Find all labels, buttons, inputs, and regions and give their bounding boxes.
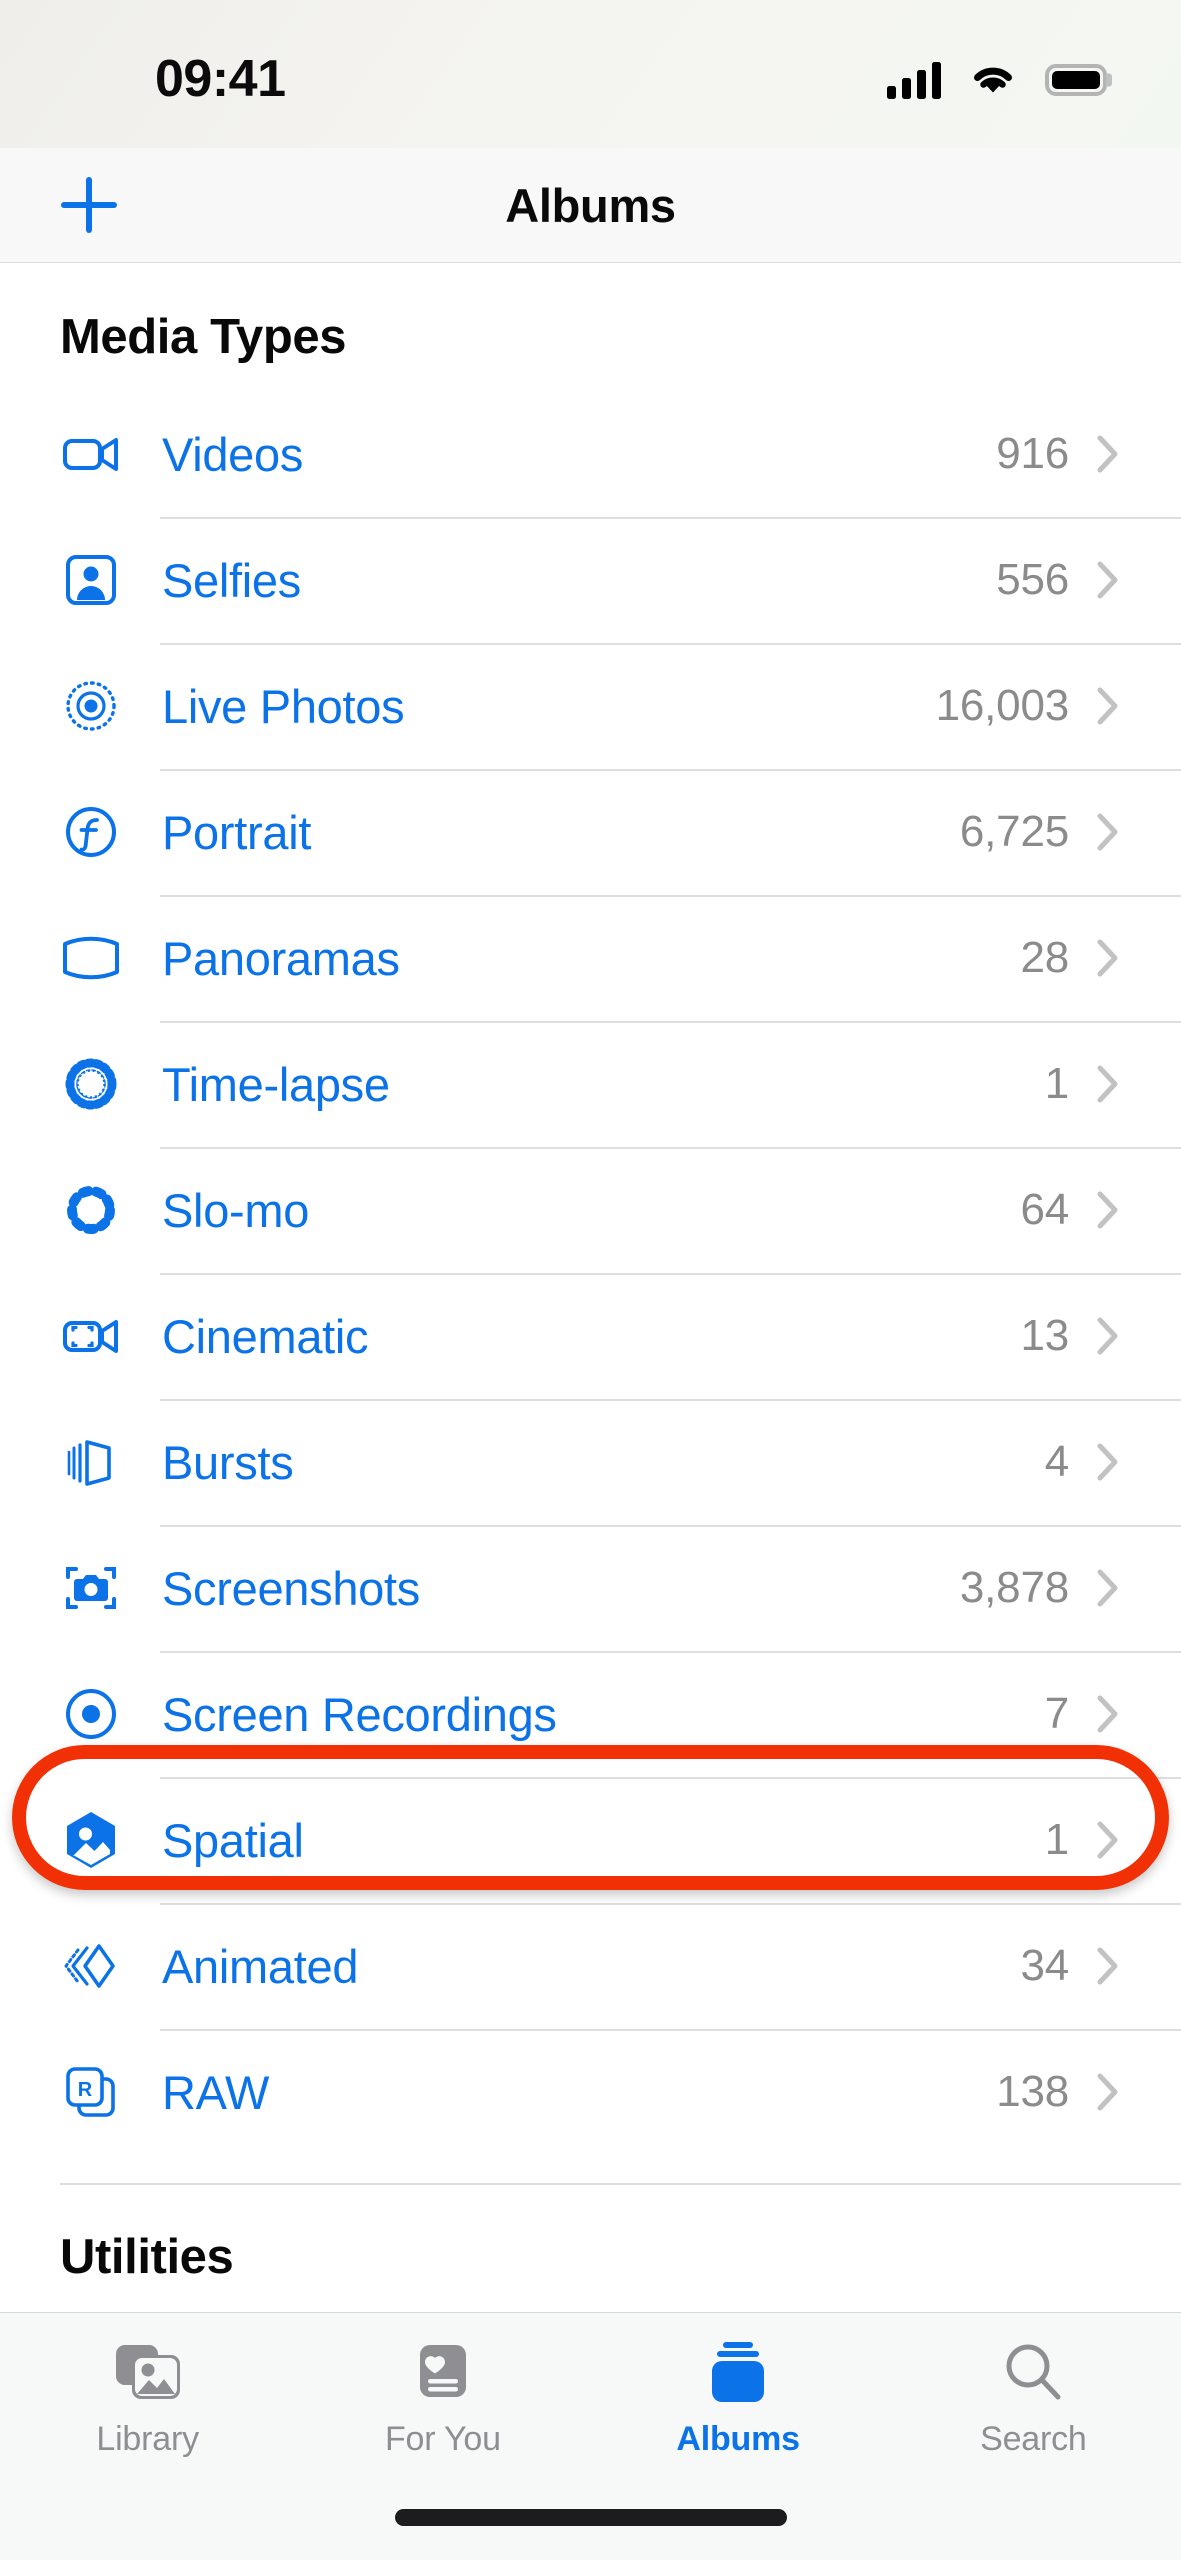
heart-card-icon — [414, 2337, 472, 2407]
cinematic-video-icon — [60, 1305, 122, 1367]
list-item-spatial[interactable]: Spatial 1 — [0, 1777, 1181, 1903]
list-item-label: Slo-mo — [162, 1183, 310, 1237]
list-item-cinematic[interactable]: Cinematic 13 — [0, 1273, 1181, 1399]
chevron-right-icon — [1097, 687, 1118, 725]
cellular-signal-icon — [887, 61, 941, 99]
chevron-right-icon — [1097, 1569, 1118, 1607]
albums-stack-icon — [707, 2337, 769, 2407]
tab-search[interactable]: Search — [886, 2337, 1181, 2459]
list-item-count: 3,878 — [959, 1563, 1069, 1612]
status-bar: 09:41 — [0, 0, 1181, 148]
animated-chevrons-icon — [60, 1935, 122, 1997]
chevron-right-icon — [1097, 435, 1118, 473]
section-header-utilities: Utilities — [60, 2229, 234, 2284]
tab-for-you[interactable]: For You — [295, 2337, 590, 2459]
list-item-count: 7 — [1044, 1689, 1069, 1738]
list-item-time-lapse[interactable]: Time-lapse 1 — [0, 1021, 1181, 1147]
list-item-count: 1 — [1044, 1815, 1069, 1864]
list-item-screen-recordings[interactable]: Screen Recordings 7 — [0, 1651, 1181, 1777]
list-item-label: Live Photos — [162, 679, 405, 733]
tab-label: Search — [980, 2420, 1087, 2458]
list-item-label: Cinematic — [162, 1309, 369, 1363]
list-item-label: Panoramas — [162, 931, 400, 985]
navigation-bar: Albums — [0, 148, 1181, 263]
section-header-media-types: Media Types — [60, 310, 347, 364]
list-item-count: 4 — [1044, 1437, 1069, 1486]
list-item-label: Screenshots — [162, 1561, 420, 1615]
list-item-videos[interactable]: Videos 916 — [0, 391, 1181, 517]
list-item-raw[interactable]: R RAW 138 — [0, 2029, 1181, 2155]
list-item-count: 28 — [1020, 933, 1069, 982]
list-item-count: 138 — [996, 2067, 1069, 2116]
chevron-right-icon — [1097, 1065, 1118, 1103]
tab-label: Library — [96, 2420, 199, 2458]
chevron-right-icon — [1097, 2073, 1118, 2111]
timelapse-icon — [60, 1053, 122, 1115]
spatial-hexagon-icon — [60, 1809, 122, 1871]
list-item-count: 556 — [996, 555, 1069, 604]
list-item-portrait[interactable]: Portrait 6,725 — [0, 769, 1181, 895]
albums-list[interactable]: Media Types Videos 916 Selfies 556 Live … — [0, 263, 1181, 2312]
chevron-right-icon — [1097, 1191, 1118, 1229]
bursts-stack-icon — [60, 1431, 122, 1493]
list-item-bursts[interactable]: Bursts 4 — [0, 1399, 1181, 1525]
chevron-right-icon — [1097, 561, 1118, 599]
list-item-label: Screen Recordings — [162, 1687, 557, 1741]
chevron-right-icon — [1097, 1695, 1118, 1733]
person-portrait-icon — [60, 549, 122, 611]
magnifier-icon — [1002, 2337, 1064, 2407]
page-title: Albums — [505, 178, 676, 232]
svg-text:R: R — [78, 2079, 93, 2101]
chevron-right-icon — [1097, 1443, 1118, 1481]
status-bar-time: 09:41 — [155, 50, 286, 108]
raw-file-icon: R — [60, 2061, 122, 2123]
list-item-slo-mo[interactable]: Slo-mo 64 — [0, 1147, 1181, 1273]
list-item-selfies[interactable]: Selfies 556 — [0, 517, 1181, 643]
live-photo-icon — [60, 675, 122, 737]
tab-albums[interactable]: Albums — [591, 2337, 886, 2459]
chevron-right-icon — [1097, 1947, 1118, 1985]
plus-icon[interactable] — [58, 174, 120, 236]
list-item-label: Selfies — [162, 553, 301, 607]
list-item-count: 34 — [1020, 1941, 1069, 1990]
chevron-right-icon — [1097, 1317, 1118, 1355]
panorama-icon — [60, 927, 122, 989]
tab-bar: Library For You Albums Search — [0, 2312, 1181, 2560]
list-item-live-photos[interactable]: Live Photos 16,003 — [0, 643, 1181, 769]
list-item-count: 13 — [1020, 1311, 1069, 1360]
list-item-label: RAW — [162, 2065, 270, 2119]
media-types-rows: Videos 916 Selfies 556 Live Photos 16,00… — [0, 391, 1181, 2155]
list-item-label: Videos — [162, 427, 304, 481]
tab-library[interactable]: Library — [0, 2337, 295, 2459]
chevron-right-icon — [1097, 939, 1118, 977]
list-item-count: 916 — [996, 429, 1069, 478]
status-bar-icons — [887, 61, 1107, 99]
list-item-animated[interactable]: Animated 34 — [0, 1903, 1181, 2029]
tab-label: Albums — [676, 2420, 800, 2458]
screen-recording-icon — [60, 1683, 122, 1745]
slomo-icon — [60, 1179, 122, 1241]
chevron-right-icon — [1097, 1821, 1118, 1859]
list-item-label: Animated — [162, 1939, 359, 1993]
home-indicator — [394, 2509, 787, 2526]
chevron-right-icon — [1097, 813, 1118, 851]
list-item-screenshots[interactable]: Screenshots 3,878 — [0, 1525, 1181, 1651]
list-item-label: Time-lapse — [162, 1057, 390, 1111]
list-item-label: Portrait — [162, 805, 312, 859]
wifi-icon — [974, 67, 1012, 93]
list-item-count: 1 — [1044, 1059, 1069, 1108]
tab-label: For You — [384, 2420, 501, 2458]
list-item-label: Bursts — [162, 1435, 294, 1489]
f-aperture-icon — [60, 801, 122, 863]
list-item-count: 16,003 — [935, 681, 1070, 730]
photo-stack-icon — [114, 2337, 182, 2407]
list-item-count: 6,725 — [959, 807, 1069, 856]
list-item-count: 64 — [1020, 1185, 1069, 1234]
list-item-label: Spatial — [162, 1813, 304, 1867]
screenshot-camera-icon — [60, 1557, 122, 1619]
video-camera-icon — [60, 423, 122, 485]
list-item-panoramas[interactable]: Panoramas 28 — [0, 895, 1181, 1021]
battery-icon — [1045, 64, 1107, 96]
